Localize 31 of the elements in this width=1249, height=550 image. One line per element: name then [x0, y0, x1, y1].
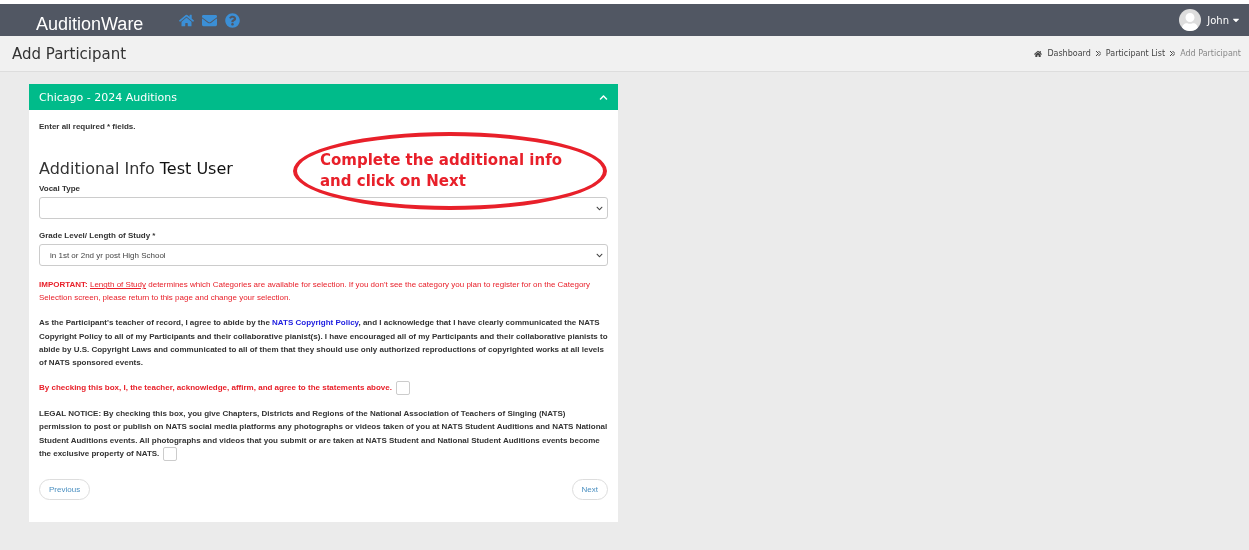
chevron-icon [596, 204, 603, 212]
panel-title: Chicago - 2024 Auditions [39, 90, 177, 104]
next-button[interactable]: Next [571, 478, 608, 500]
page-title: Add Participant [12, 44, 127, 63]
select-field[interactable]: in 1st or 2nd yr post High School [39, 244, 608, 266]
avatar-icon[interactable] [1179, 9, 1202, 31]
checkbox[interactable] [396, 381, 410, 396]
breadcrumb-link[interactable]: Dashboard [1047, 49, 1091, 58]
previous-button[interactable]: Previous [39, 478, 91, 500]
callout-text: Complete the additional info and click on Next [320, 150, 563, 192]
home-icon[interactable] [179, 12, 195, 28]
required-note: Enter all required * fields. [39, 122, 137, 131]
separator-icon [1170, 51, 1176, 56]
agreement-text: LEGAL NOTICE: By checking this box, you give Chapters, Districts and Regions of the National Association of Teachers of Singing (NATS) permission to post or publish on NATS social media platforms any photographs or videos taken of you at NATS Student Auditions and NATS National Student Auditions events. All photographs and videos that you submit or are taken at NATS Student and National Student Auditions events become the exclusive property of NATS. [39, 407, 608, 461]
section-heading: Additional Info Test User [39, 159, 233, 178]
important-note: IMPORTANT: Length of Study determines which Categories are available for selection. If you don't see the category you plan to register for on the Category Selection screen, please return to this page and change your selection. [39, 279, 591, 305]
user-menu[interactable]: John [1207, 14, 1241, 26]
checkbox[interactable] [163, 446, 178, 461]
home-icon [1034, 49, 1043, 58]
mail-icon[interactable] [202, 12, 218, 28]
field-label: Vocal Type [39, 184, 82, 193]
breadcrumb-link[interactable]: Participant List [1105, 49, 1166, 58]
chevron-icon [596, 251, 603, 259]
agreement-text: By checking this box, I, the teacher, acknowledge, affirm, and agree to the statements above. [39, 381, 608, 396]
copyright-paragraph: As the Participant's teacher of record, I agree to abide by the NATS Copyright Policy, and I acknowledge that I have clearly communicated the NATS Copyright Policy to all of my Participants and their collaborative pianist(s). I have encouraged all of my Participants and their collaborative pianists to abide by U.S. Copyright Laws and communicated to all of them that they should use only authorized reproductions of copyrighted works at all levels of NATS sponsored events. [39, 317, 608, 369]
collapse-icon[interactable] [599, 92, 608, 102]
field-label: Grade Level/ Length of Study * [39, 231, 157, 240]
separator-icon [1095, 51, 1101, 56]
brand-logo[interactable]: AuditionWare [36, 13, 144, 35]
select-field[interactable] [39, 197, 608, 219]
help-icon[interactable] [225, 12, 241, 28]
